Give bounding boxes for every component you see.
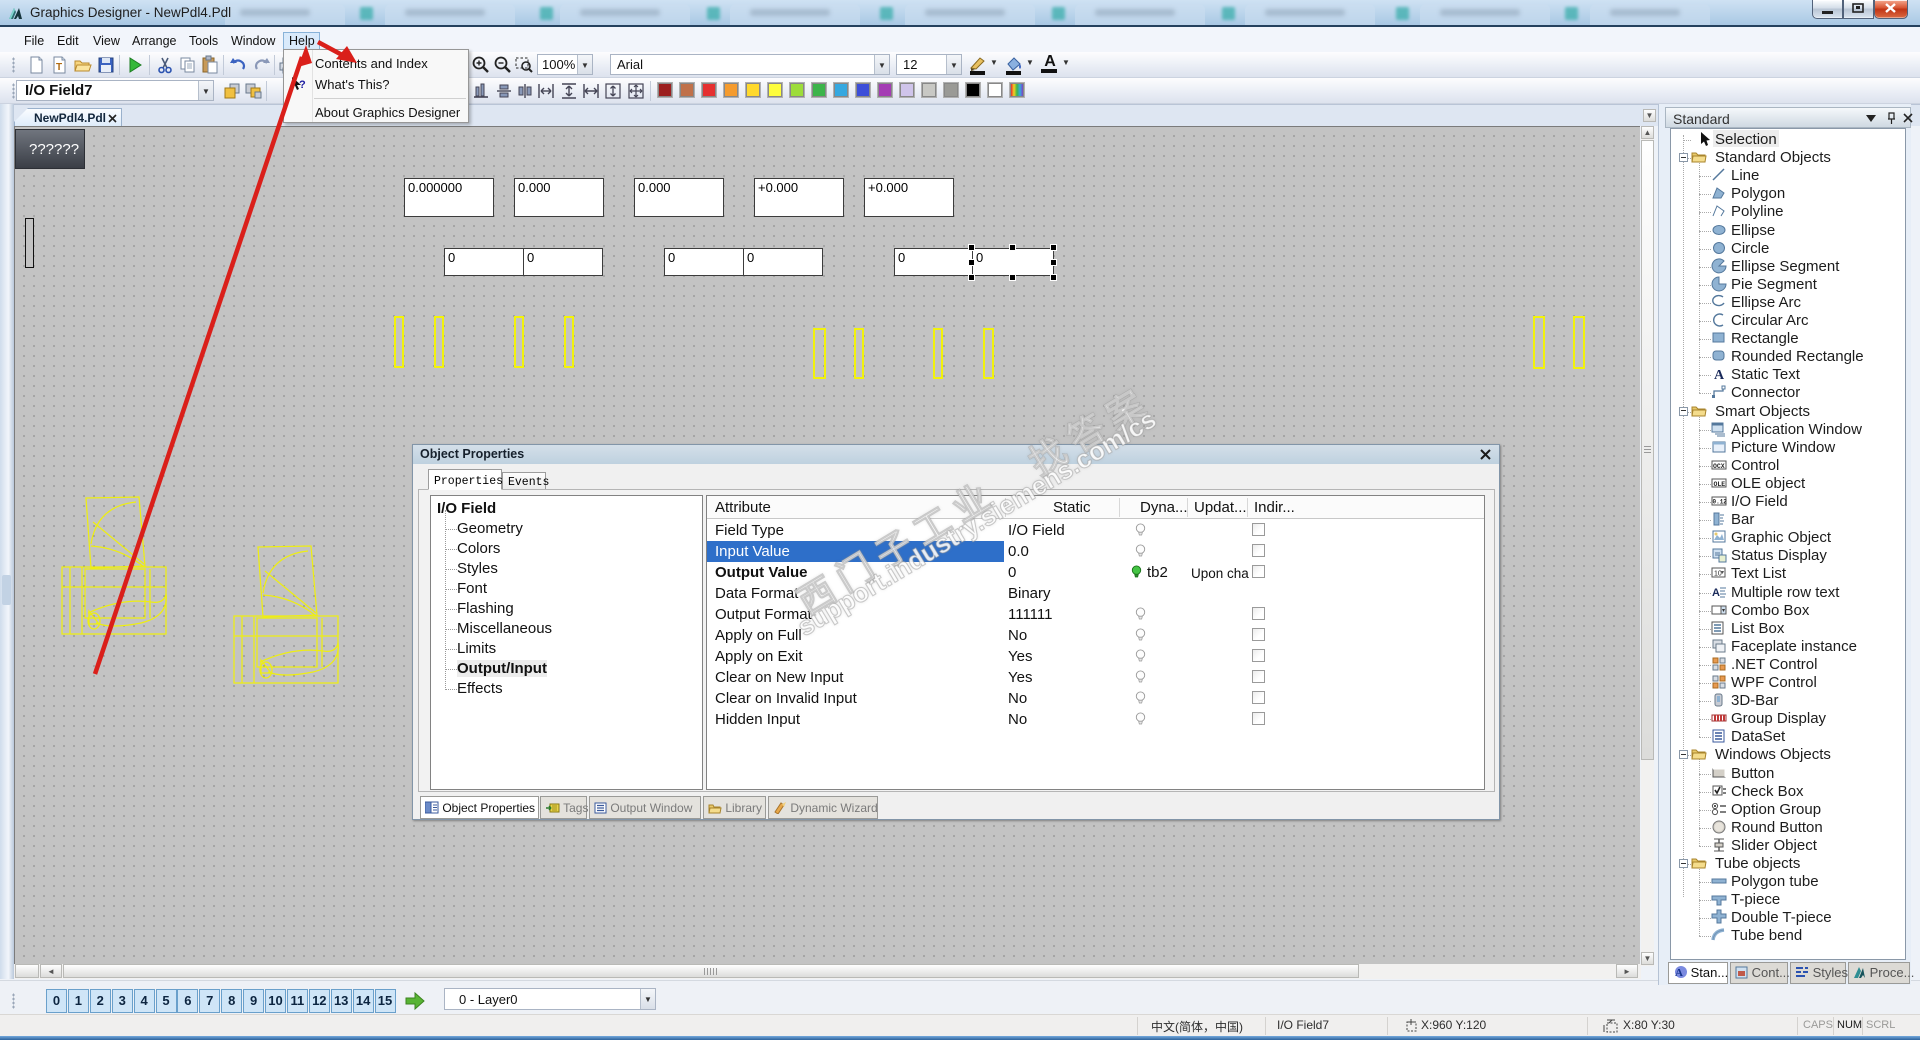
svg-text:0.12: 0.12 — [1713, 499, 1728, 506]
svg-text:A: A — [1712, 587, 1720, 599]
svg-text:?: ? — [299, 79, 306, 91]
svg-text:OLE: OLE — [1714, 481, 1726, 488]
svg-text:A: A — [1714, 368, 1725, 382]
svg-text:A: A — [1675, 967, 1683, 979]
svg-text:OCX: OCX — [1713, 463, 1725, 470]
svg-text:10: 10 — [1714, 571, 1722, 578]
svg-text:T: T — [56, 62, 62, 73]
